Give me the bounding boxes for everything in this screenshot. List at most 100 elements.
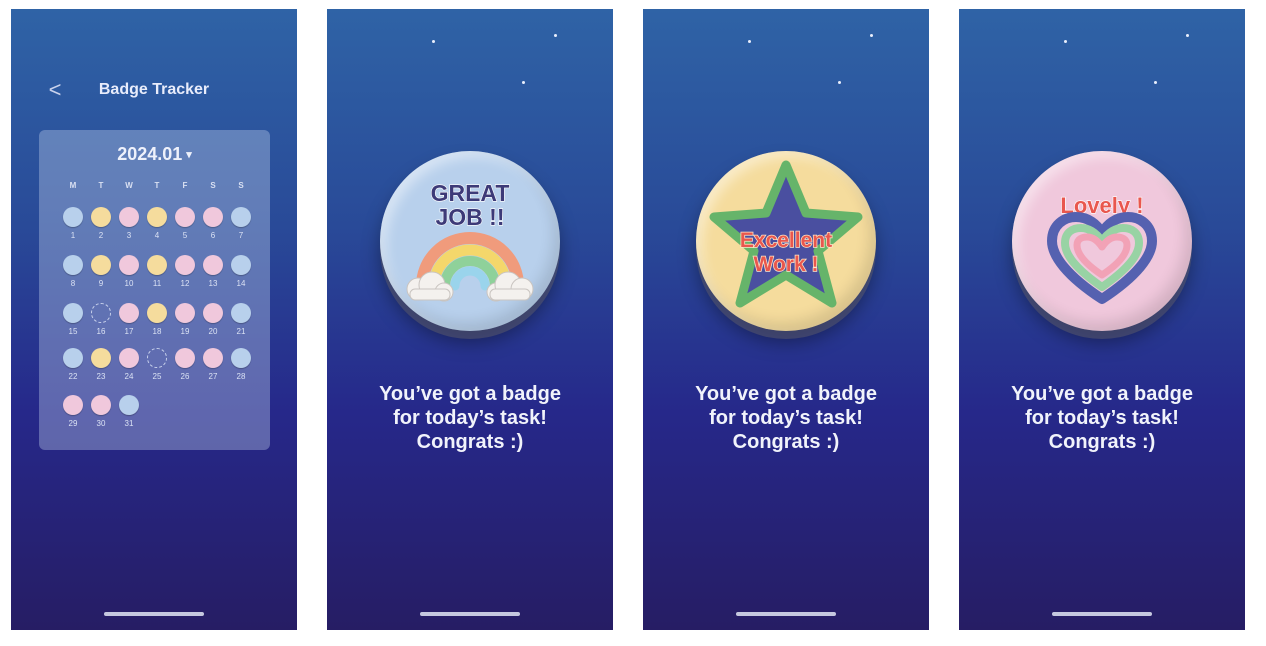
day-number: 12 [180,279,190,288]
calendar-day[interactable]: 14 [229,255,253,291]
day-number: 7 [238,231,244,240]
calendar-day[interactable]: 9 [89,255,113,291]
excellent-badge-icon [91,207,111,227]
calendar-day[interactable]: 15 [61,303,85,339]
day-number: 29 [68,419,78,428]
day-number: 10 [124,279,134,288]
calendar-day[interactable]: 19 [173,303,197,339]
calendar-day[interactable]: 3 [117,207,141,243]
day-number: 18 [152,327,162,336]
calendar-day[interactable]: 2 [89,207,113,243]
calendar-day[interactable]: 26 [173,348,197,384]
lovely-badge-icon [203,255,223,275]
calendar-day[interactable]: 4 [145,207,169,243]
lovely-badge-icon [175,207,195,227]
home-indicator [420,612,520,616]
calendar-day[interactable]: 18 [145,303,169,339]
star [748,40,751,43]
day-number: 19 [180,327,190,336]
congrats-message: You’ve got a badge for today’s task! Con… [327,382,613,454]
lovely-badge-icon [203,207,223,227]
calendar-day[interactable]: 27 [201,348,225,384]
excellent-work-badge: Excellent Work ! [696,151,876,331]
badge-earned-screen-lovely: Lovely ! You’ve got a badge for today’s … [959,9,1245,630]
lovely-badge-icon [63,395,83,415]
star [1064,40,1067,43]
day-number: 27 [208,372,218,381]
lovely-badge-icon [119,303,139,323]
calendar-day[interactable]: 24 [117,348,141,384]
day-number: 5 [182,231,188,240]
weekday-label: T [98,181,104,190]
calendar-day[interactable]: 7 [229,207,253,243]
day-number: 17 [124,327,134,336]
day-number: 23 [96,372,106,381]
calendar-day[interactable]: 10 [117,255,141,291]
star [838,81,841,84]
star [1154,81,1157,84]
calendar-day[interactable]: 16 [89,303,113,339]
lovely-badge: Lovely ! [1012,151,1192,331]
badge-tracker-screen: < Badge Tracker 2024.01 ▾ MTWTFSS 1234567… [11,9,297,630]
day-number: 31 [124,419,134,428]
great-badge-icon [63,207,83,227]
star [522,81,525,84]
message-line-3: Congrats :) [732,431,840,453]
heart-icon [1047,212,1157,304]
calendar-card: 2024.01 ▾ MTWTFSS 1 2 3 4 5 6 7 8 9 10 11 12 13 14 15 16… [39,130,270,450]
day-number: 6 [210,231,216,240]
empty-badge-slot [91,303,111,323]
calendar-day[interactable]: 29 [61,395,85,431]
day-number: 14 [236,279,246,288]
day-number: 15 [68,327,78,336]
lovely-badge-icon [91,395,111,415]
calendar-day[interactable]: 12 [173,255,197,291]
message-line-3: Congrats :) [1048,431,1156,453]
calendar-day[interactable]: 6 [201,207,225,243]
calendar-day[interactable]: 1 [61,207,85,243]
calendar-day[interactable]: 30 [89,395,113,431]
badge-text-line-2: JOB !! [436,204,505,230]
excellent-badge-icon [91,255,111,275]
great-badge-icon [231,207,251,227]
calendar-day[interactable]: 13 [201,255,225,291]
month-label: 2024.01 [117,144,183,164]
congrats-message: You’ve got a badge for today’s task! Con… [959,382,1245,454]
calendar-day[interactable]: 11 [145,255,169,291]
calendar-day[interactable]: 31 [117,395,141,431]
great-badge-icon [63,303,83,323]
calendar-day[interactable]: 28 [229,348,253,384]
day-number: 24 [124,372,134,381]
badge-text-line-2: Work ! [754,253,819,276]
day-number: 22 [68,372,78,381]
calendar-day[interactable]: 5 [173,207,197,243]
lovely-badge-icon [119,348,139,368]
month-selector[interactable]: 2024.01 ▾ [39,144,270,165]
calendar-day[interactable]: 25 [145,348,169,384]
lovely-badge-icon [175,255,195,275]
lovely-badge-icon [119,207,139,227]
great-badge-icon [119,395,139,415]
calendar-day[interactable]: 8 [61,255,85,291]
day-number: 1 [70,231,76,240]
badge-earned-screen-great-job: GREAT JOB !! You’ve got a badge for toda… [327,9,613,630]
day-number: 30 [96,419,106,428]
weekday-label: W [125,181,133,190]
calendar-day[interactable]: 22 [61,348,85,384]
star [432,40,435,43]
calendar-day[interactable]: 20 [201,303,225,339]
great-badge-icon [231,255,251,275]
great-badge-icon [231,303,251,323]
calendar-day[interactable]: 23 [89,348,113,384]
star [1186,34,1189,37]
excellent-badge-icon [147,255,167,275]
star [554,34,557,37]
calendar-day[interactable]: 21 [229,303,253,339]
badge-earned-screen-excellent-work: Excellent Work ! You’ve got a badge for … [643,9,929,630]
calendar-day[interactable]: 17 [117,303,141,339]
badge-text-line-1: GREAT [431,180,510,206]
message-line-2: for today’s task! [1025,407,1179,429]
day-number: 25 [152,372,162,381]
day-number: 16 [96,327,106,336]
lovely-badge-icon [175,348,195,368]
